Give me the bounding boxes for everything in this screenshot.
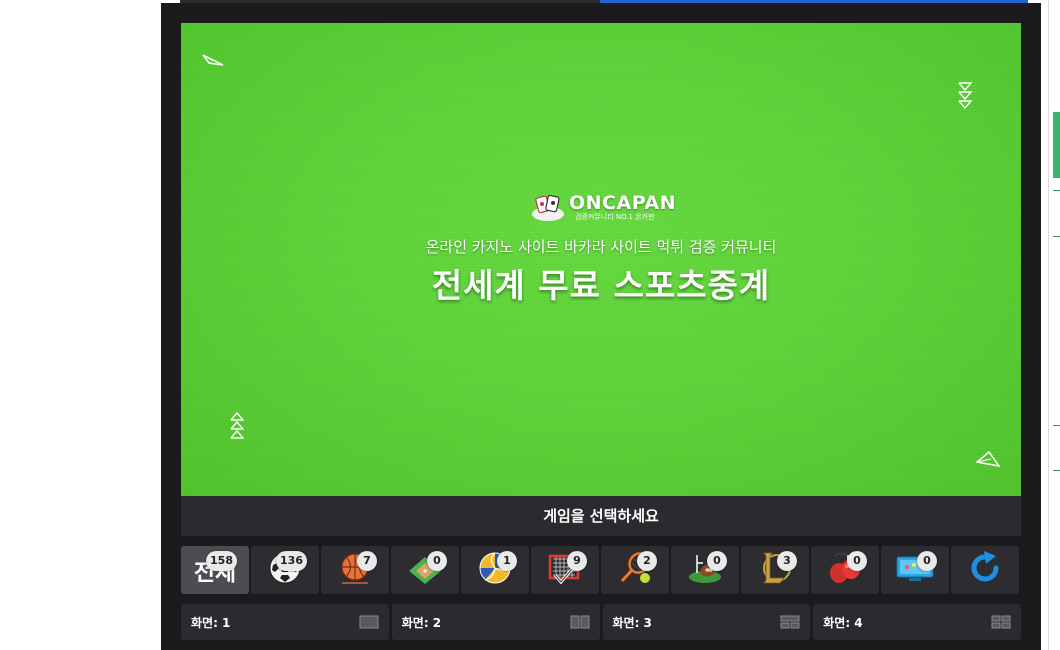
game-esports-button[interactable]: 0 — [881, 546, 949, 594]
oncapan-logo: ONCAPAN 검증커뮤니티 NO.1 온카판 — [531, 192, 676, 222]
layout-2-icon — [570, 615, 590, 629]
screen-2-button[interactable]: 화면: 2 — [391, 604, 600, 640]
paper-plane-icon — [201, 49, 225, 71]
card-logo-icon — [531, 192, 565, 222]
select-game-prompt: 게임을 선택하세요 — [181, 496, 1021, 536]
video-player[interactable]: ONCAPAN 검증커뮤니티 NO.1 온카판 온라인 카지노 사이트 바카라 … — [181, 23, 1021, 496]
chevrons-down-icon — [957, 81, 973, 115]
refresh-icon — [966, 549, 1004, 591]
count-badge: 3 — [777, 551, 797, 571]
game-soccer-button[interactable]: 136 — [251, 546, 319, 594]
screen-label: 화면: 1 — [191, 615, 231, 630]
layout-1-icon — [359, 615, 379, 629]
screen-layout-bar: 화면: 1 화면: 2 화면: 3 화면: 4 — [181, 604, 1021, 640]
sidebar-divider — [1053, 190, 1060, 191]
count-badge: 0 — [427, 551, 447, 571]
sidebar-divider — [1053, 470, 1060, 471]
game-volleyball-button[interactable]: 1 — [461, 546, 529, 594]
count-badge: 0 — [847, 551, 867, 571]
game-boxing-button[interactable]: 0 — [811, 546, 879, 594]
sidebar-divider — [1053, 425, 1060, 426]
refresh-button[interactable] — [951, 546, 1019, 594]
game-baseball-button[interactable]: 0 — [391, 546, 459, 594]
right-sidebar — [1048, 0, 1060, 650]
game-football-button[interactable]: 0 — [671, 546, 739, 594]
game-hockey-button[interactable]: 9 — [531, 546, 599, 594]
game-lol-button[interactable]: 3 — [741, 546, 809, 594]
stream-headline: 전세계 무료 스포츠중계 — [431, 266, 771, 305]
count-badge: 7 — [357, 551, 377, 571]
game-all-button[interactable]: 전체 158 — [181, 546, 249, 594]
sidebar-accent-block — [1053, 112, 1060, 178]
count-badge: 2 — [637, 551, 657, 571]
screen-label: 화면: 2 — [401, 615, 442, 630]
screen-label: 화면: 3 — [612, 615, 652, 630]
count-badge: 158 — [206, 551, 237, 571]
count-badge: 0 — [917, 551, 937, 571]
sidebar-divider — [1053, 236, 1060, 237]
layout-4-icon — [991, 615, 1011, 629]
layout-3-icon — [780, 615, 800, 629]
game-tennis-button[interactable]: 2 — [601, 546, 669, 594]
logo-wordmark: ONCAPAN — [569, 192, 676, 214]
count-badge: 1 — [497, 551, 517, 571]
chevrons-up-icon — [229, 411, 245, 445]
game-basketball-button[interactable]: 7 — [321, 546, 389, 594]
logo-subtitle: 검증커뮤니티 NO.1 온카판 — [575, 213, 655, 221]
game-category-bar: 전체 158 136 7 0 1 9 2 0 3 0 0 — [181, 546, 1021, 594]
sports-stream-panel: ONCAPAN 검증커뮤니티 NO.1 온카판 온라인 카지노 사이트 바카라 … — [161, 3, 1041, 650]
paper-plane-icon — [975, 448, 1001, 470]
screen-4-button[interactable]: 화면: 4 — [813, 604, 1021, 640]
screen-1-button[interactable]: 화면: 1 — [181, 604, 389, 640]
screen-3-button[interactable]: 화면: 3 — [602, 604, 811, 640]
count-badge: 136 — [276, 551, 307, 571]
screen-label: 화면: 4 — [823, 615, 863, 630]
stream-tagline: 온라인 카지노 사이트 바카라 사이트 먹튀 검증 커뮤니티 — [425, 238, 777, 256]
count-badge: 0 — [707, 551, 727, 571]
count-badge: 9 — [567, 551, 587, 571]
